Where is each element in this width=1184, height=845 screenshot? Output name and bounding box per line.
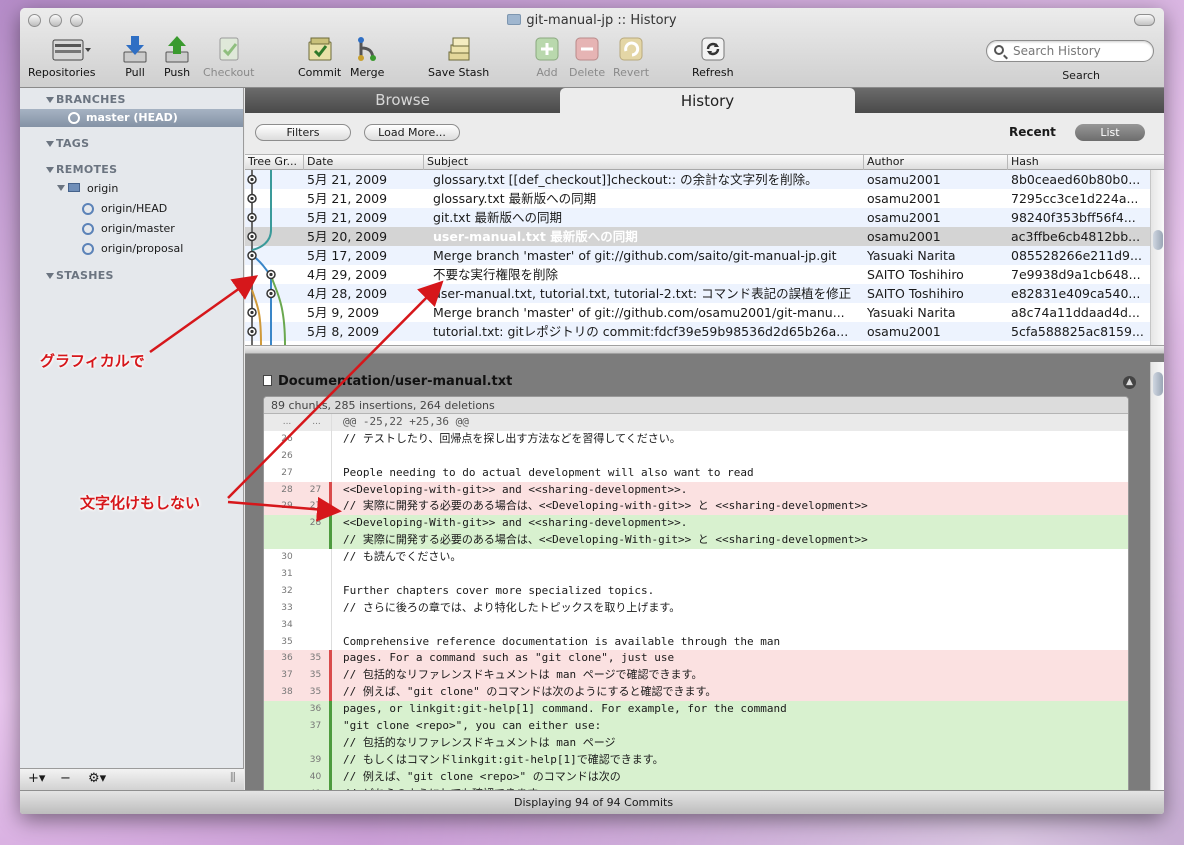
annotation-arrows — [149, 275, 444, 522]
annotation-graphical: グラフィカルで — [40, 352, 145, 370]
arrow-to-graph — [149, 275, 259, 354]
arrow-to-subject — [227, 280, 444, 499]
annotation-no-mojibake: 文字化けもしない — [80, 494, 201, 512]
arrow-to-diff — [227, 496, 342, 522]
